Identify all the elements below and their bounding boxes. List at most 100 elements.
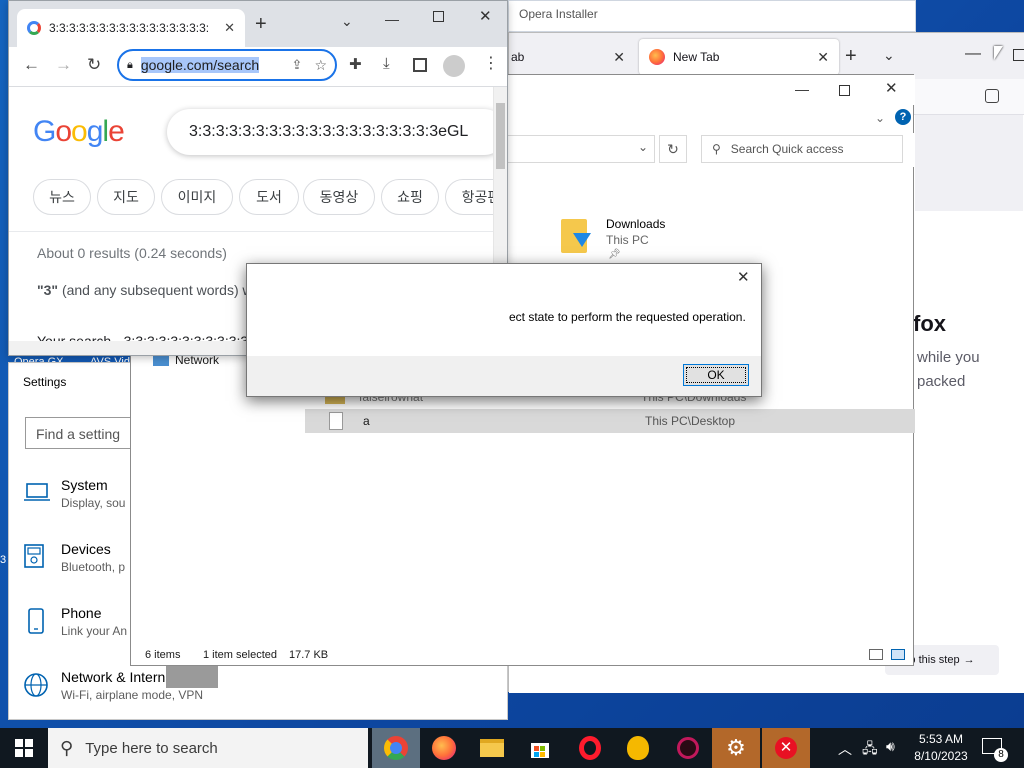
network-tray-icon[interactable]: 🖧︎	[862, 738, 878, 762]
taskbar-chrome[interactable]	[372, 728, 420, 768]
scroll-thumb[interactable]	[496, 103, 505, 169]
error-dialog[interactable]: ✕ ect state to perform the requested ope…	[246, 263, 762, 397]
taskbar-settings[interactable]: ⚙	[712, 728, 760, 768]
filter-chip-books[interactable]: 도서	[239, 179, 299, 215]
shield-browser-icon	[627, 736, 649, 760]
filter-chip-maps[interactable]: 지도	[97, 179, 155, 215]
opera-gx-icon	[677, 737, 699, 759]
desktop-edge-digit: 3	[0, 554, 7, 566]
chevron-down-icon[interactable]: ⌄	[883, 47, 895, 64]
opera-installer-window[interactable]: Opera Installer	[508, 0, 916, 32]
taskbar-store[interactable]	[516, 728, 564, 768]
explorer-search-input[interactable]: ⚲ Search Quick access	[701, 135, 903, 163]
forward-arrow-icon[interactable]: →	[55, 55, 72, 75]
settings-item-title: Devices	[61, 541, 111, 557]
reload-icon[interactable]: ↻	[87, 55, 101, 75]
download-arrow-icon	[573, 233, 591, 247]
filter-chip-flights[interactable]: 항공편	[445, 179, 493, 215]
refresh-icon[interactable]: ↻	[659, 135, 687, 163]
mouse-cursor-icon	[994, 46, 1003, 60]
star-icon[interactable]: ☆	[314, 57, 327, 74]
pocket-icon[interactable]	[985, 89, 999, 103]
dialog-message: ect state to perform the requested opera…	[509, 310, 746, 324]
filter-chip-images[interactable]: 이미지	[161, 179, 233, 215]
chrome-tabbar: 3:3:3:3:3:3:3:3:3:3:3:3:3:3:3:3:3 ✕ + ⌄ …	[9, 1, 507, 47]
clock[interactable]: 5:53 AM 8/10/2023	[914, 732, 968, 763]
large-icons-view-icon[interactable]	[891, 649, 905, 660]
taskbar-opera-gx[interactable]	[664, 728, 712, 768]
close-icon[interactable]: ✕	[479, 7, 492, 25]
share-icon[interactable]: ⇪	[292, 57, 303, 73]
search-icon: ⚲	[712, 142, 721, 156]
details-view-icon[interactable]	[869, 649, 883, 660]
new-tab-plus-icon[interactable]: +	[255, 13, 267, 36]
firefox-text-line1: while you	[917, 349, 980, 366]
close-icon[interactable]: ✕	[224, 20, 235, 36]
taskbar-search-placeholder: Type here to search	[85, 739, 218, 757]
minimize-icon[interactable]: —	[385, 11, 399, 27]
new-tab-plus-icon[interactable]: +	[845, 45, 857, 68]
settings-item-phone[interactable]: Phone Link your An	[23, 605, 127, 638]
filter-chip-shopping[interactable]: 쇼핑	[381, 179, 439, 215]
help-icon[interactable]: ?	[895, 109, 911, 125]
google-logo[interactable]: Google	[33, 115, 125, 149]
close-icon[interactable]: ✕	[613, 49, 625, 66]
status-size: 17.7 KB	[289, 649, 329, 661]
chrome-tab-active[interactable]: 3:3:3:3:3:3:3:3:3:3:3:3:3:3:3:3:3 ✕	[17, 9, 245, 47]
chevron-down-icon[interactable]: ⌄	[638, 140, 648, 154]
settings-item-sub: Bluetooth, p	[61, 560, 126, 574]
side-panel-icon[interactable]	[413, 58, 427, 72]
chevron-down-icon[interactable]: ⌄	[341, 13, 353, 30]
firefox-tab-new-tab[interactable]: New Tab ✕	[639, 39, 839, 75]
firefox-tab-partial[interactable]: ab ✕	[509, 39, 635, 75]
ok-button[interactable]: OK	[683, 364, 749, 386]
chrome-tab-title: 3:3:3:3:3:3:3:3:3:3:3:3:3:3:3:3:3	[49, 21, 209, 35]
settings-item-sub: Link your An	[61, 624, 128, 638]
taskbar-search-box[interactable]: ⚲ Type here to search	[48, 728, 368, 768]
taskbar-opera[interactable]	[566, 728, 614, 768]
close-icon[interactable]: ✕	[885, 79, 898, 97]
firefox-heading: fox	[913, 311, 946, 336]
google-search-box[interactable]: 3:3:3:3:3:3:3:3:3:3:3:3:3:3:3:3:3:3:3eGL	[167, 109, 493, 155]
folder-icon	[480, 739, 504, 757]
settings-search-placeholder: Find a setting	[36, 426, 121, 442]
close-icon[interactable]: ✕	[737, 268, 750, 286]
firefox-tab-label: New Tab	[673, 50, 720, 64]
google-favicon-icon	[27, 21, 41, 35]
chrome-omnibox[interactable]: 🔒︎ google.com/search ⇪ ☆	[117, 49, 337, 81]
taskbar-brave[interactable]	[614, 728, 662, 768]
file-row-selected[interactable]: a This PC\Desktop	[305, 409, 915, 433]
settings-item-devices[interactable]: Devices Bluetooth, p	[23, 541, 125, 574]
maximize-icon[interactable]	[1013, 49, 1024, 61]
settings-item-system[interactable]: System Display, sou	[23, 477, 125, 510]
devices-icon	[24, 544, 44, 568]
settings-item-title: System	[61, 477, 108, 493]
maximize-icon[interactable]	[839, 85, 850, 96]
volume-icon[interactable]: 🔊︎	[886, 738, 895, 755]
chevron-down-icon[interactable]: ⌄	[875, 111, 885, 125]
filter-chip-videos[interactable]: 동영상	[303, 179, 375, 215]
taskbar-firefox[interactable]	[420, 728, 468, 768]
filter-chip-news[interactable]: 뉴스	[33, 179, 91, 215]
ignored-term: "3"	[37, 282, 59, 298]
chevron-up-icon[interactable]: ︿	[838, 739, 852, 759]
settings-item-sub: Wi-Fi, airplane mode, VPN	[61, 688, 204, 702]
maximize-icon[interactable]	[433, 11, 444, 22]
settings-item-sub: Display, sou	[61, 496, 126, 510]
minimize-icon[interactable]: —	[965, 45, 981, 63]
chrome-icon	[384, 736, 408, 760]
kebab-menu-icon[interactable]: ⋮	[483, 53, 499, 73]
taskbar-file-explorer[interactable]	[468, 728, 516, 768]
extensions-icon[interactable]: ✚	[349, 55, 362, 73]
google-search-query: 3:3:3:3:3:3:3:3:3:3:3:3:3:3:3:3:3:3:3eGL	[189, 123, 469, 140]
back-arrow-icon[interactable]: ←	[23, 55, 40, 75]
clock-date: 8/10/2023	[914, 749, 968, 763]
profile-avatar-icon[interactable]	[443, 55, 465, 77]
minimize-icon[interactable]: —	[795, 81, 809, 97]
results-stats: About 0 results (0.24 seconds)	[37, 245, 227, 261]
taskbar-error-app[interactable]: ✕	[762, 728, 810, 768]
download-icon[interactable]: ⤓	[383, 55, 390, 72]
start-button[interactable]	[0, 728, 48, 768]
close-icon[interactable]: ✕	[817, 49, 829, 66]
file-row-location: This PC\Desktop	[645, 414, 736, 428]
